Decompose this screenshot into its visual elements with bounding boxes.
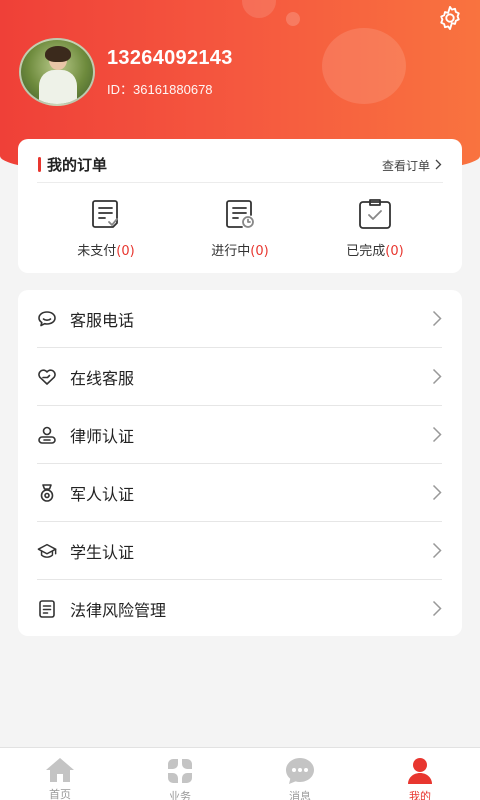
menu-item-lawyer-certification[interactable]: 律师认证 [37, 406, 442, 464]
menu-item-label: 律师认证 [70, 426, 135, 446]
my-orders-card: 我的订单 查看订单 未支付(0) 进行中(0) 已完成(0) [18, 139, 462, 273]
chevron-right-icon [432, 426, 442, 447]
menu-item-online-service[interactable]: 在线客服 [37, 348, 442, 406]
chevron-right-icon [432, 368, 442, 389]
tab-label: 首页 [49, 788, 71, 800]
lawyer-icon [37, 425, 57, 445]
menu-item-label: 在线客服 [70, 368, 135, 388]
order-completed-label: 已完成 [346, 244, 386, 259]
completed-clipboard-icon [357, 196, 393, 232]
decor-bubble [242, 0, 276, 18]
decor-bubble [322, 28, 406, 104]
order-in-progress-count: (0) [250, 244, 269, 259]
graduation-cap-icon [37, 541, 57, 561]
decor-bubble [286, 12, 300, 26]
avatar[interactable] [19, 38, 95, 106]
order-in-progress-label: 进行中 [211, 244, 251, 259]
document-list-icon [37, 599, 57, 619]
tab-mine[interactable]: 我的 [360, 748, 480, 800]
chevron-right-icon [432, 310, 442, 331]
menu-item-label: 法律风险管理 [70, 601, 167, 620]
user-icon [404, 756, 436, 786]
order-unpaid-count: (0) [116, 244, 135, 259]
order-in-progress[interactable]: 进行中(0) [190, 196, 290, 259]
heart-hand-icon [37, 367, 57, 387]
menu-item-label: 学生认证 [70, 542, 135, 562]
menu-item-customer-phone[interactable]: 客服电话 [37, 290, 442, 348]
tab-business[interactable]: 业务 [120, 748, 240, 800]
in-progress-doc-icon [222, 196, 258, 232]
user-id: ID：36161880678 [107, 82, 213, 97]
user-phone: 13264092143 [107, 47, 233, 69]
order-unpaid[interactable]: 未支付(0) [56, 196, 156, 259]
view-orders-label: 查看订单 [381, 159, 430, 173]
menu-card: 客服电话 在线客服 律师认证 军人认证 学生认证 法律风险管理 [18, 290, 462, 636]
chevron-right-icon [435, 159, 442, 173]
order-unpaid-label: 未支付 [77, 244, 117, 259]
medal-icon [37, 483, 57, 503]
menu-item-label: 客服电话 [70, 310, 135, 330]
tab-home[interactable]: 首页 [0, 748, 120, 800]
menu-item-label: 军人认证 [70, 484, 135, 504]
orders-title-text: 我的订单 [47, 155, 108, 174]
menu-item-military-certification[interactable]: 军人认证 [37, 464, 442, 522]
message-icon [284, 756, 316, 786]
bottom-tab-bar: 首页 业务 消息 我的 [0, 747, 480, 800]
order-completed[interactable]: 已完成(0) [325, 196, 425, 259]
chevron-right-icon [432, 484, 442, 505]
tab-messages[interactable]: 消息 [240, 748, 360, 800]
settings-gear-icon[interactable] [434, 2, 466, 34]
tab-label: 业务 [169, 790, 191, 800]
tab-label: 消息 [289, 790, 311, 800]
chat-bubble-icon [37, 309, 57, 329]
chevron-right-icon [432, 542, 442, 563]
view-orders-link[interactable]: 查看订单 [382, 157, 442, 174]
grid-petals-icon [164, 756, 196, 786]
menu-item-legal-risk-management[interactable]: 法律风险管理 [37, 580, 442, 638]
menu-item-student-certification[interactable]: 学生认证 [37, 522, 442, 580]
order-completed-count: (0) [385, 244, 404, 259]
unpaid-doc-icon [88, 196, 124, 232]
home-icon [44, 756, 76, 784]
chevron-right-icon [432, 600, 442, 621]
orders-title: 我的订单 [38, 155, 108, 174]
tab-label: 我的 [409, 790, 431, 800]
